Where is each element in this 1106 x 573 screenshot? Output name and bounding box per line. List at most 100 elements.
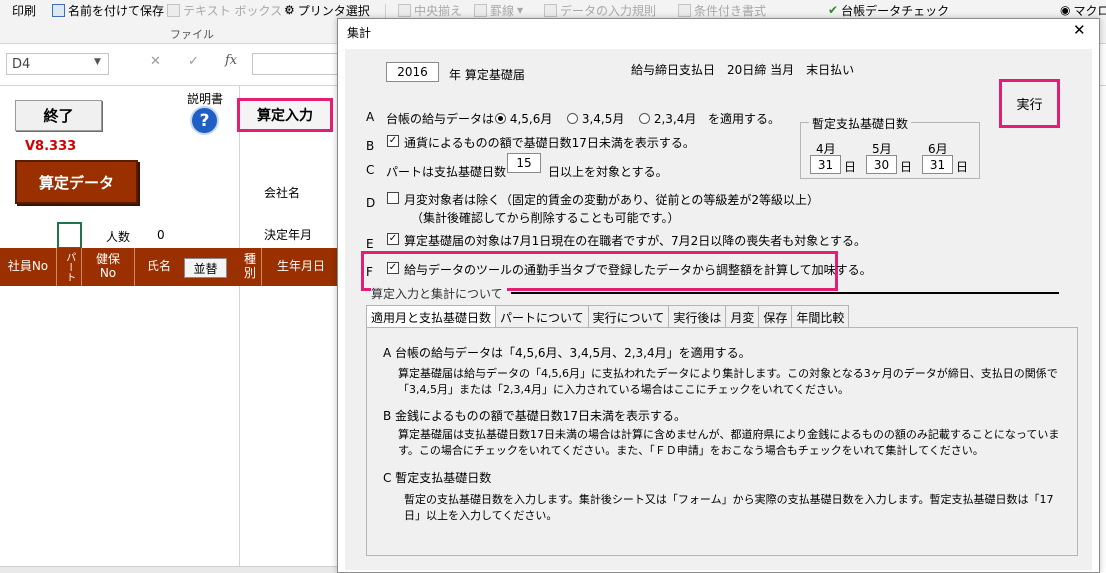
radio-345[interactable]: 3,4,5月	[567, 110, 624, 127]
year-input[interactable]: 2016	[386, 62, 439, 82]
decided-month-label: 決定年月	[264, 228, 313, 242]
manual-label: 説明書	[187, 92, 224, 106]
row-a-letter: A	[366, 110, 375, 124]
tab-annual-compare[interactable]: 年間比較	[791, 305, 850, 327]
help-c-title: C 暫定支払基礎日数	[383, 471, 492, 485]
textbox-icon	[167, 3, 180, 17]
row-e-text: 算定基礎届の対象は7月1日現在の在職者ですが、7月2日以降の喪失者も対象とする。	[404, 234, 866, 248]
close-icon[interactable]: ✕	[1073, 21, 1086, 39]
horizontal-scrollbar[interactable]	[0, 566, 340, 573]
count-label: 人数	[106, 230, 131, 244]
row-e-letter: E	[366, 237, 374, 251]
row-f-letter: F	[366, 265, 373, 279]
enter-icon[interactable]: ✓	[188, 54, 199, 69]
row-d-checkbox[interactable]	[387, 192, 399, 204]
row-d-letter: D	[366, 196, 376, 210]
ledger-check-label: 台帳データチェック	[841, 3, 950, 18]
end-button[interactable]: 終了	[15, 100, 102, 131]
help-a-title: A 台帳の給与データは「4,5,6月、3,4,5月、2,3,4月」を適用する。	[383, 346, 751, 360]
print-label: 印刷	[12, 3, 37, 18]
calc-data-button[interactable]: 算定データ	[15, 160, 138, 204]
table-header: 社員No パート 健保No 氏名 並替 種別 生年月日	[0, 248, 340, 286]
chevron-down-icon: ▼	[517, 5, 524, 15]
textbox-label: テキスト ボックス	[183, 3, 283, 18]
version-label: V8.333	[25, 139, 77, 154]
tab-part[interactable]: パートについて	[495, 305, 589, 327]
conditional-format-button[interactable]: 条件付き書式	[678, 1, 766, 19]
radio-unselected[interactable]	[567, 113, 578, 124]
month-4-unit: 日	[844, 160, 857, 174]
tab-monthly-change[interactable]: 月変	[725, 305, 760, 327]
column-divider	[239, 86, 240, 573]
tab-applied-months[interactable]: 適用月と支払基礎日数	[366, 305, 497, 327]
macro-button[interactable]: ◉ マクロ	[1060, 1, 1106, 19]
worksheet: 終了 V8.333 算定データ 説明書 ? 算定入力 会社名 決定年月 人数 0…	[0, 86, 340, 573]
print-button[interactable]: 印刷	[12, 1, 36, 19]
month-4-days-input[interactable]: 31	[810, 155, 841, 174]
ribbon-group-label: ファイル	[170, 28, 214, 41]
cancel-icon[interactable]: ✕	[150, 54, 161, 69]
formula-input[interactable]	[252, 53, 342, 75]
row-b-checkbox[interactable]: ✓	[387, 135, 399, 147]
help-icon[interactable]: ?	[190, 106, 219, 135]
help-a-line-1: 算定基礎届は給与データの「4,5,6月」に支払われたデータにより集計します。この…	[398, 367, 1058, 380]
radio-234[interactable]: 2,3,4月	[639, 110, 696, 127]
textbox-button[interactable]: テキスト ボックス ▼	[167, 1, 291, 19]
input-button[interactable]: 算定入力	[237, 98, 333, 132]
tab-save[interactable]: 保存	[758, 305, 793, 327]
center-align-label: 中央揃え	[414, 3, 463, 18]
run-button[interactable]: 実行	[999, 79, 1060, 128]
count-value: 0	[157, 228, 165, 242]
ledger-check-button[interactable]: ✔ 台帳データチェック	[828, 1, 949, 19]
radio-345-label: 3,4,5月	[581, 112, 625, 126]
month-5-days-input[interactable]: 30	[866, 155, 897, 174]
border-icon	[474, 3, 487, 17]
tab-after-run[interactable]: 実行後は	[668, 305, 727, 327]
data-validation-button[interactable]: データの入力規則	[544, 1, 656, 19]
printer-select-button[interactable]: ⚙ プリンタ選択	[284, 1, 370, 19]
selected-cell[interactable]	[57, 222, 82, 249]
row-f-checkbox[interactable]: ✓	[387, 262, 399, 274]
radio-selected[interactable]	[495, 113, 506, 124]
row-e-checkbox[interactable]: ✓	[387, 233, 399, 245]
center-align-button[interactable]: 中央揃え	[398, 1, 462, 19]
help-tabs: 適用月と支払基礎日数 パートについて 実行について 実行後は 月変 保存 年間比…	[366, 305, 850, 327]
help-c-line-2: 日」以上を入力してください。	[404, 509, 558, 522]
part-days-input[interactable]: 15	[507, 153, 541, 173]
chevron-down-icon[interactable]: ▼	[94, 57, 101, 67]
aggregate-dialog: 集計 ✕ 2016 年 算定基礎届 給与締日支払日 20日締 当月 末日払い 実…	[337, 18, 1100, 573]
radio-unselected[interactable]	[639, 113, 650, 124]
row-c-letter: C	[366, 163, 375, 177]
macro-label: マクロ	[1073, 3, 1106, 18]
save-as-label: 名前を付けて保存	[68, 3, 165, 18]
dialog-body: 2016 年 算定基礎届 給与締日支払日 20日締 当月 末日払い 実行 A 台…	[345, 49, 1092, 570]
row-f-text: 給与データのツールの通勤手当タブで登録したデータから調整額を計算して加味する。	[404, 263, 872, 277]
provisional-days-title: 暫定支払基礎日数	[809, 115, 912, 132]
help-b-line-2: す。この場合にチェックをいれてください。また、「ＦＤ申請」をおこなう場合もチェッ…	[398, 444, 984, 457]
row-a-suffix: を適用する。	[708, 112, 781, 126]
save-icon	[52, 3, 65, 17]
save-as-button[interactable]: 名前を付けて保存	[52, 1, 164, 19]
help-a-line-2: 「3,4,5月」または「2,3,4月」に入力されている場合はここにチェックをいれ…	[398, 383, 849, 396]
radio-234-label: 2,3,4月	[653, 112, 697, 126]
help-c-line-1: 暫定の支払基礎日数を入力します。集計後シート又は「フォーム」から実際の支払基礎日…	[404, 493, 1054, 506]
tab-run[interactable]: 実行について	[587, 305, 670, 327]
sort-button[interactable]: 並替	[184, 258, 227, 278]
header-health-no-text: 健保No	[95, 252, 120, 280]
radio-456[interactable]: 4,5,6月	[495, 110, 552, 127]
month-6-days-input[interactable]: 31	[922, 155, 953, 174]
pay-info: 給与締日支払日 20日締 当月 末日払い	[631, 63, 855, 77]
data-validation-label: データの入力規則	[560, 3, 657, 18]
header-part: パート	[57, 248, 82, 286]
check-icon: ✔	[828, 3, 839, 17]
month-5-unit: 日	[900, 160, 913, 174]
center-align-icon	[398, 3, 411, 17]
function-icon[interactable]: fx	[225, 53, 237, 68]
header-name: 氏名	[146, 259, 171, 274]
printer-select-label: プリンタ選択	[297, 3, 370, 18]
conditional-format-icon	[678, 3, 691, 17]
row-b-letter: B	[366, 139, 375, 153]
dialog-title: 集計	[347, 26, 372, 40]
row-a-text: 台帳の給与データは	[386, 112, 495, 126]
border-button[interactable]: 罫線 ▼	[474, 1, 523, 19]
